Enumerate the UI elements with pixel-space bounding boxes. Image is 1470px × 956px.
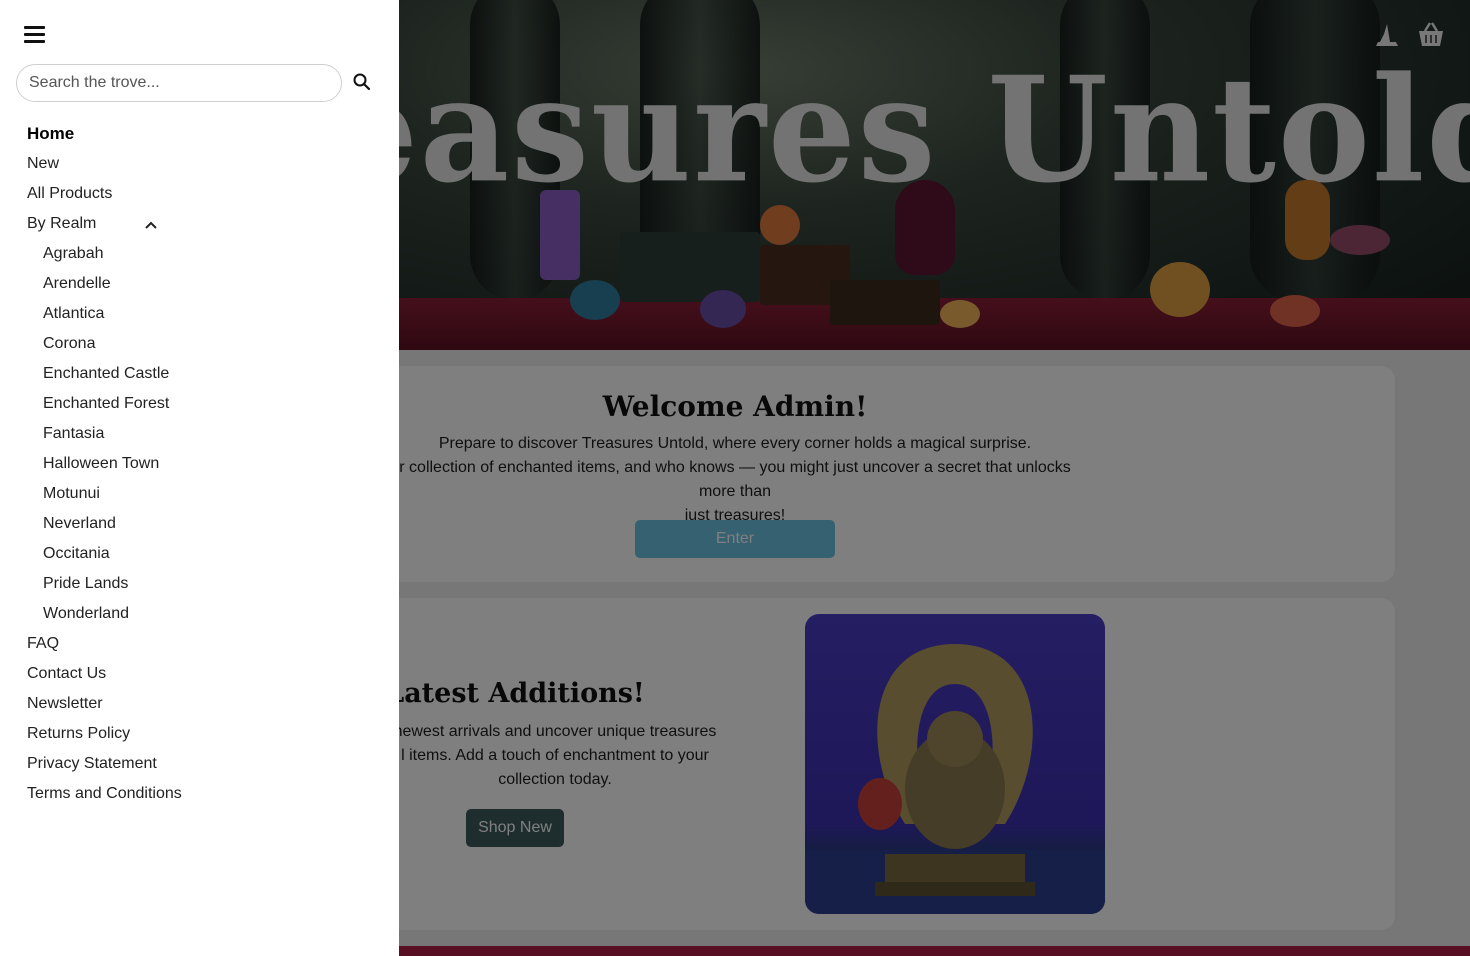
nav-item-terms-and-conditions[interactable]: Terms and Conditions bbox=[27, 780, 182, 810]
nav-item-faq[interactable]: FAQ bbox=[27, 630, 182, 660]
realm-item-enchanted-forest[interactable]: Enchanted Forest bbox=[27, 390, 182, 420]
realm-item-corona[interactable]: Corona bbox=[27, 330, 182, 360]
realm-item-fantasia[interactable]: Fantasia bbox=[27, 420, 182, 450]
realm-item-atlantica[interactable]: Atlantica bbox=[27, 300, 182, 330]
side-drawer: Home New All Products By Realm Agrabah A… bbox=[0, 0, 399, 956]
nav-item-privacy-statement[interactable]: Privacy Statement bbox=[27, 750, 182, 780]
nav-item-returns-policy[interactable]: Returns Policy bbox=[27, 720, 182, 750]
realm-item-halloween-town[interactable]: Halloween Town bbox=[27, 450, 182, 480]
realm-item-motunui[interactable]: Motunui bbox=[27, 480, 182, 510]
menu-icon[interactable] bbox=[24, 26, 45, 44]
realm-item-occitania[interactable]: Occitania bbox=[27, 540, 182, 570]
realm-item-arendelle[interactable]: Arendelle bbox=[27, 270, 182, 300]
nav-item-all-products[interactable]: All Products bbox=[27, 180, 182, 210]
drawer-nav: Home New All Products By Realm Agrabah A… bbox=[27, 120, 182, 810]
nav-item-newsletter[interactable]: Newsletter bbox=[27, 690, 182, 720]
search-icon[interactable] bbox=[352, 72, 372, 92]
realm-item-agrabah[interactable]: Agrabah bbox=[27, 240, 182, 270]
nav-item-home[interactable]: Home bbox=[27, 120, 182, 150]
realm-item-neverland[interactable]: Neverland bbox=[27, 510, 182, 540]
nav-item-contact-us[interactable]: Contact Us bbox=[27, 660, 182, 690]
nav-item-by-realm[interactable]: By Realm bbox=[27, 210, 182, 240]
realm-item-wonderland[interactable]: Wonderland bbox=[27, 600, 182, 630]
search-input[interactable] bbox=[16, 64, 342, 102]
nav-item-new[interactable]: New bbox=[27, 150, 182, 180]
chevron-up-icon[interactable] bbox=[144, 218, 158, 232]
realm-item-pride-lands[interactable]: Pride Lands bbox=[27, 570, 182, 600]
realm-item-enchanted-castle[interactable]: Enchanted Castle bbox=[27, 360, 182, 390]
